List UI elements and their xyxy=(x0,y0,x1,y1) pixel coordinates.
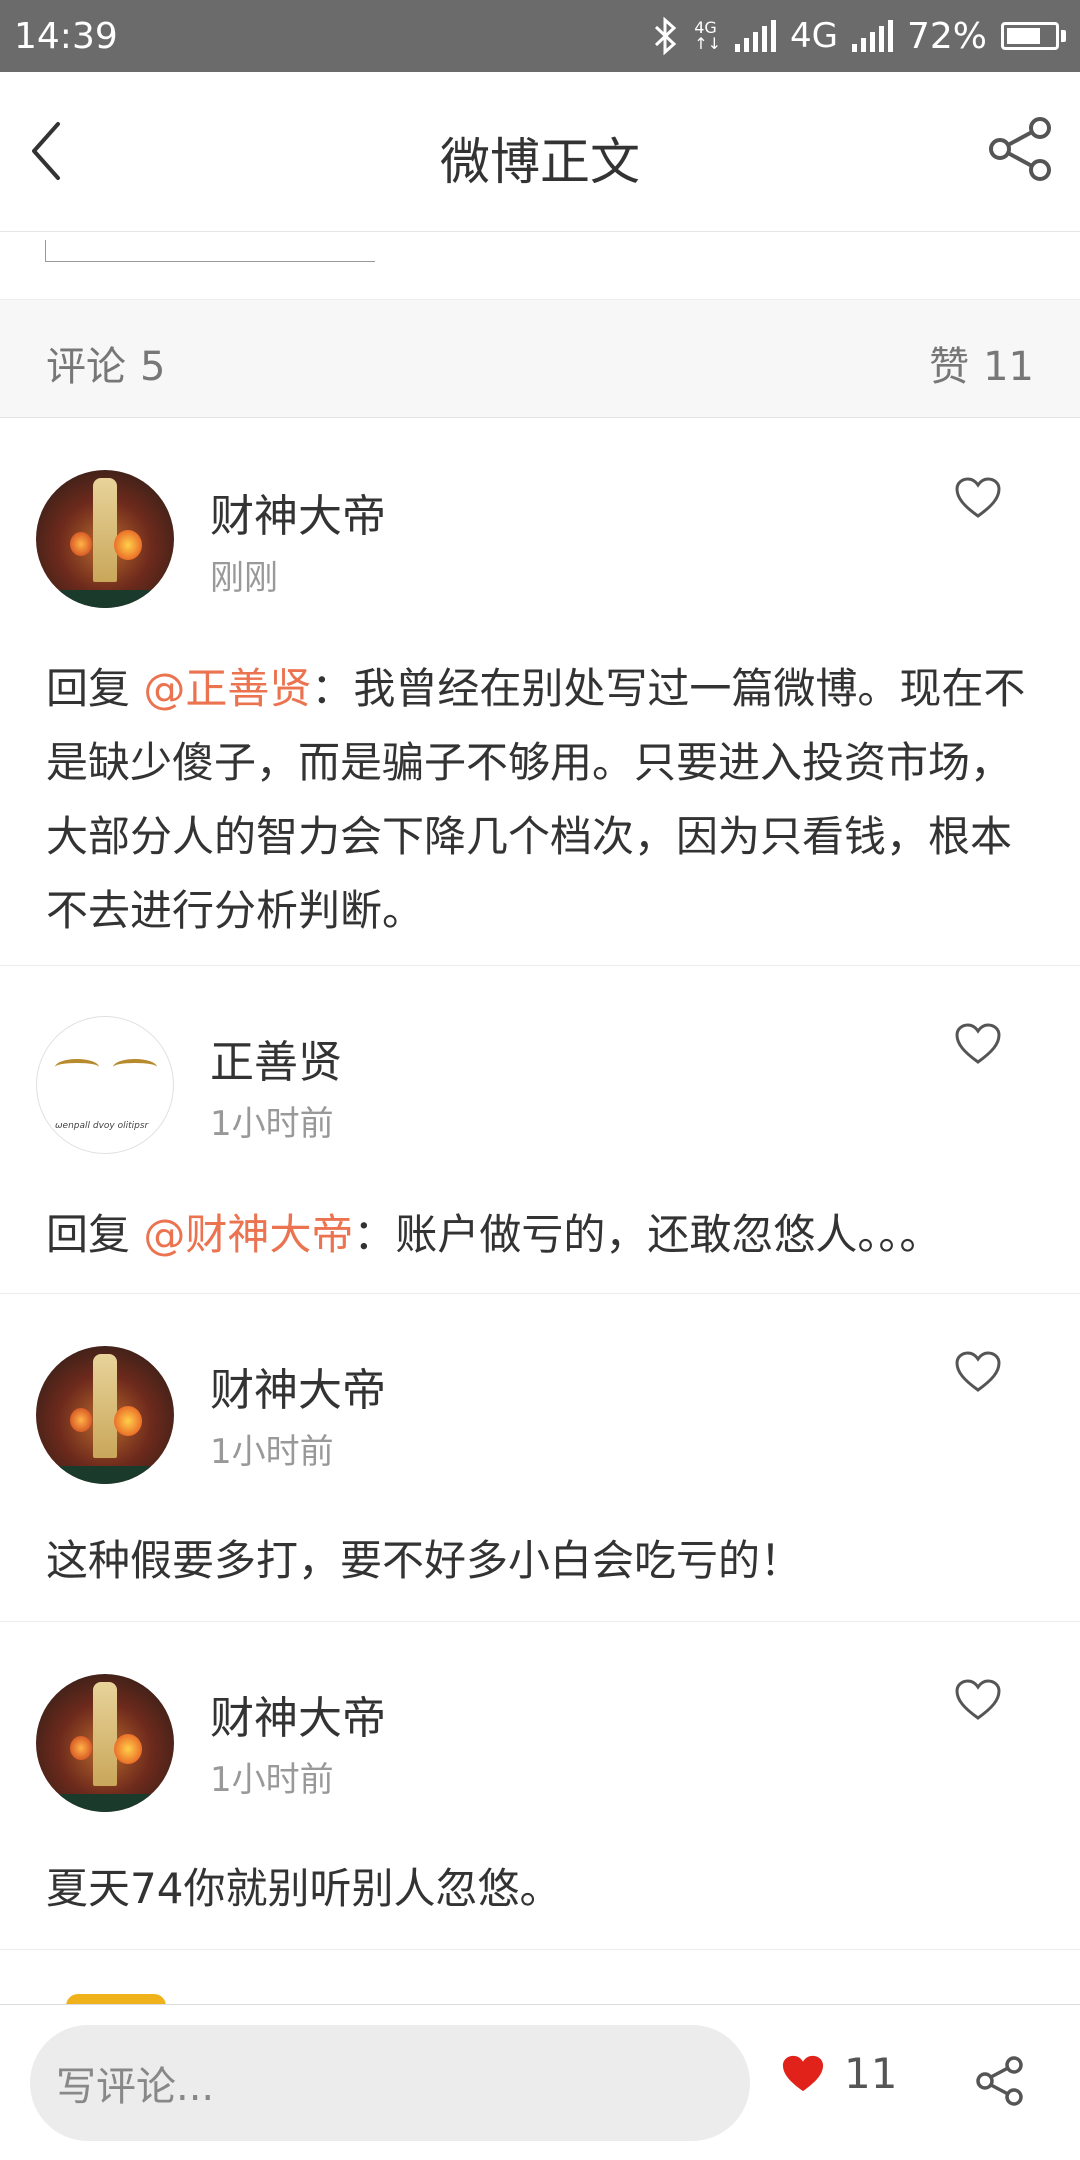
status-icons: 4G ↑↓ 4G 72% xyxy=(652,16,1066,57)
comment-input[interactable]: 写评论... xyxy=(30,2025,750,2141)
comment-time: 刚刚 xyxy=(210,558,278,598)
comment-time: 1小时前 xyxy=(210,1432,334,1472)
like-count: 11 xyxy=(844,2049,898,2098)
avatar[interactable] xyxy=(36,1674,174,1812)
signal-icon-2 xyxy=(851,20,893,52)
like-heart-icon[interactable] xyxy=(954,1678,1002,1722)
stats-row: 评论 5 赞 11 xyxy=(0,300,1080,418)
bluetooth-icon xyxy=(655,16,677,56)
comment-username[interactable]: 财神大帝 xyxy=(210,480,386,544)
likes-count: 11 xyxy=(983,344,1034,390)
comment-time: 1小时前 xyxy=(210,1104,334,1144)
battery-icon xyxy=(1001,22,1066,50)
avatar[interactable] xyxy=(36,470,174,608)
comments-tab[interactable]: 评论 5 xyxy=(46,334,165,392)
comment-text: 这种假要多打，要不好多小白会吃亏的！ xyxy=(46,1536,803,1585)
like-heart-icon[interactable] xyxy=(954,476,1002,520)
like-button[interactable]: 11 xyxy=(780,2049,897,2098)
bottom-bar: 写评论... 11 xyxy=(0,2004,1080,2160)
comment-text: 回复 @正善贤：我曾经在别处写过一篇微博。现在不是缺少傻子，而是骗子不够用。只要… xyxy=(46,664,1026,935)
heart-filled-icon xyxy=(782,2055,824,2091)
comment-item[interactable]: 财神大帝 刚刚 回复 @正善贤：我曾经在别处写过一篇微博。现在不是缺少傻子，而是… xyxy=(0,418,1080,966)
avatar[interactable] xyxy=(36,1346,174,1484)
share-icon[interactable] xyxy=(974,2055,1026,2107)
post-image-strip xyxy=(0,232,1080,300)
status-bar: 14:39 4G ↑↓ 4G 72% xyxy=(0,0,1080,72)
title-bar: 微博正文 xyxy=(0,72,1080,232)
comment-username[interactable]: 财神大帝 xyxy=(210,1682,386,1746)
comment-text: 回复 @财神大帝：账户做亏的，还敢忽悠人。。。 xyxy=(46,1210,942,1259)
share-icon[interactable] xyxy=(986,114,1056,184)
mention-link[interactable]: @正善贤 xyxy=(143,664,311,713)
comment-username[interactable]: 正善贤 xyxy=(210,1026,342,1090)
status-time: 14:39 xyxy=(14,15,118,57)
likes-tab[interactable]: 赞 11 xyxy=(929,334,1034,392)
comment-time: 1小时前 xyxy=(210,1760,334,1800)
comment-item[interactable]: ωenpall dvoy olitipsr 正善贤 1小时前 回复 @财神大帝：… xyxy=(0,966,1080,1294)
like-heart-icon[interactable] xyxy=(954,1022,1002,1066)
comment-text: 夏天74你就别听别人忽悠。 xyxy=(46,1864,562,1913)
battery-percent: 72% xyxy=(906,15,987,57)
page-title: 微博正文 xyxy=(440,133,640,191)
post-image[interactable] xyxy=(45,240,375,262)
network-type: 4G xyxy=(790,16,838,56)
comment-item[interactable]: 财神大帝 1小时前 这种假要多打，要不好多小白会吃亏的！ xyxy=(0,1294,1080,1622)
avatar[interactable]: ωenpall dvoy olitipsr xyxy=(36,1016,174,1154)
comment-username[interactable]: 财神大帝 xyxy=(210,1354,386,1418)
like-heart-icon[interactable] xyxy=(954,1350,1002,1394)
mention-link[interactable]: @财神大帝 xyxy=(143,1210,353,1259)
comment-item[interactable]: 财神大帝 1小时前 夏天74你就别听别人忽悠。 xyxy=(0,1622,1080,1950)
signal-icon xyxy=(735,20,776,52)
comments-count: 5 xyxy=(140,344,166,390)
network-type-small: 4G ↑↓ xyxy=(694,18,721,53)
